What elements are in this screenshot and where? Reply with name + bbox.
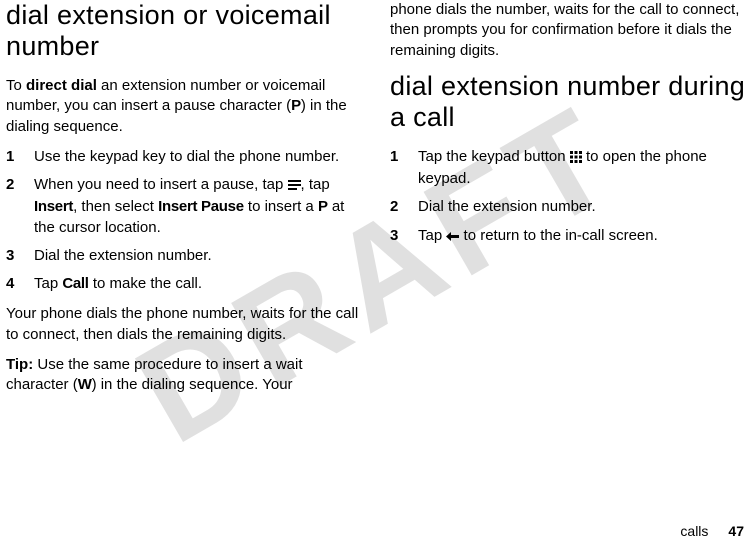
char-w: W xyxy=(78,376,92,393)
step-r2: 2 Dial the extension number. xyxy=(390,197,746,217)
step-r3: 3 Tap to return to the in-call screen. xyxy=(390,226,746,248)
char-p: P xyxy=(318,198,328,215)
step-text: to make the call. xyxy=(89,275,202,292)
ui-label: Insert Pause xyxy=(158,198,244,215)
steps-list-left: 1 Use the keypad key to dial the phone n… xyxy=(6,147,362,295)
page-footer: calls 47 xyxy=(680,523,744,539)
ui-label: Insert xyxy=(34,198,73,215)
step-text: Dial the extension number. xyxy=(418,198,596,215)
step-text: , then select xyxy=(73,198,158,215)
step-text: Use the keypad key to dial the phone num… xyxy=(34,148,339,165)
step-2: 2 When you need to insert a pause, tap ,… xyxy=(6,175,362,238)
back-icon xyxy=(446,228,459,248)
tip-paragraph: Tip: Use the same procedure to insert a … xyxy=(6,355,362,396)
step-text: Tap xyxy=(418,227,446,244)
step-number: 1 xyxy=(6,147,26,167)
step-r1: 1 Tap the keypad button to open the phon… xyxy=(390,147,746,190)
heading-dial-ext-voicemail: dial extension or voicemail number xyxy=(6,0,362,62)
step-number: 2 xyxy=(390,197,410,217)
step-text: to insert a xyxy=(244,198,318,215)
char-p: P xyxy=(291,97,301,114)
step-text: , tap xyxy=(301,176,330,193)
step-number: 2 xyxy=(6,175,26,195)
keypad-icon xyxy=(570,149,582,169)
menu-icon xyxy=(288,177,301,197)
tip-label: Tip: xyxy=(6,356,33,373)
page-content: dial extension or voicemail number To di… xyxy=(0,0,756,500)
step-1: 1 Use the keypad key to dial the phone n… xyxy=(6,147,362,167)
step-number: 3 xyxy=(390,226,410,246)
step-number: 3 xyxy=(6,246,26,266)
footer-section: calls xyxy=(680,523,708,539)
carryover-paragraph: phone dials the number, waits for the ca… xyxy=(390,0,746,61)
step-text: Dial the extension number. xyxy=(34,247,212,264)
ui-label: Call xyxy=(62,275,88,292)
step-number: 1 xyxy=(390,147,410,167)
step-number: 4 xyxy=(6,274,26,294)
step-text: Tap xyxy=(34,275,62,292)
text: ) in the dialing sequence. Your xyxy=(92,376,293,393)
heading-dial-during-call: dial extension number during a call xyxy=(390,71,746,133)
step-text: When you need to insert a pause, tap xyxy=(34,176,288,193)
step-3: 3 Dial the extension number. xyxy=(6,246,362,266)
footer-page-number: 47 xyxy=(728,523,744,539)
step-text: to return to the in-call screen. xyxy=(459,227,657,244)
intro-paragraph: To direct dial an extension number or vo… xyxy=(6,76,362,137)
after-paragraph: Your phone dials the phone number, waits… xyxy=(6,304,362,345)
text: To xyxy=(6,77,26,94)
text-bold: direct dial xyxy=(26,77,97,94)
step-4: 4 Tap Call to make the call. xyxy=(6,274,362,294)
steps-list-right: 1 Tap the keypad button to open the phon… xyxy=(390,147,746,248)
step-text: Tap the keypad button xyxy=(418,148,570,165)
